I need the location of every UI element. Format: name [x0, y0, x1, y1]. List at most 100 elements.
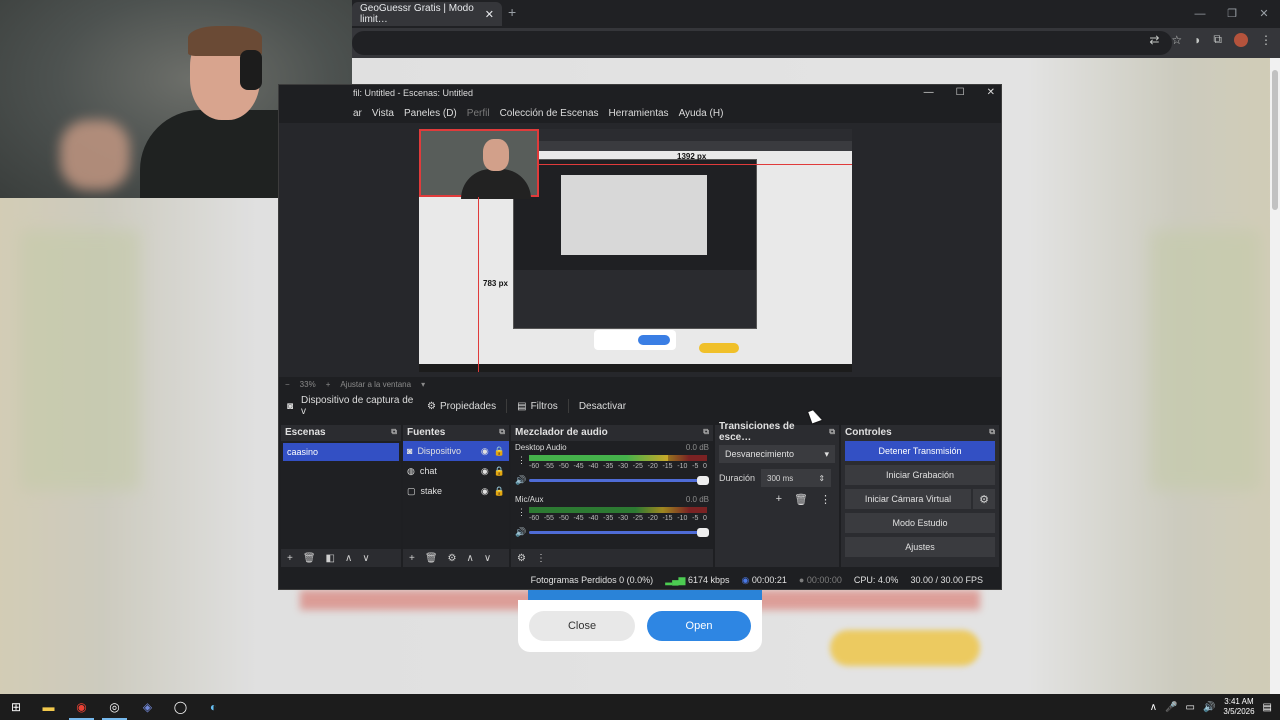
scrollbar-thumb[interactable]: [1272, 70, 1278, 210]
puzzle-icon[interactable]: ⧉: [1213, 32, 1222, 47]
volume-slider[interactable]: [529, 528, 709, 537]
zoom-fit-label[interactable]: Ajustar a la ventana: [340, 380, 411, 389]
add-icon[interactable]: +: [409, 553, 415, 564]
app-icon[interactable]: ◯: [164, 694, 197, 720]
deactivate-button[interactable]: Desactivar: [571, 398, 634, 415]
webcam-hand: [60, 120, 130, 190]
network-icon[interactable]: ▭: [1186, 702, 1195, 713]
studio-mode-button[interactable]: Modo Estudio: [845, 513, 995, 533]
menu-file[interactable]: ar: [353, 108, 362, 119]
volume-icon[interactable]: 🔊: [1203, 702, 1215, 713]
menu-view[interactable]: Vista: [372, 108, 394, 119]
slider-knob[interactable]: [697, 476, 709, 485]
lock-icon[interactable]: 🔒: [494, 486, 505, 497]
tray-chevron-icon[interactable]: ∧: [1150, 702, 1157, 713]
mixer-menu-icon[interactable]: ⋮: [536, 553, 546, 564]
address-bar[interactable]: [352, 31, 1172, 55]
extension-icon[interactable]: ◗: [1194, 33, 1201, 47]
obs-maximize-button[interactable]: ☐: [956, 87, 965, 98]
obs-close-button[interactable]: ✕: [987, 87, 995, 98]
move-down-icon[interactable]: ∨: [362, 553, 369, 564]
source-item[interactable]: ◍ chat ◉ 🔒: [403, 461, 509, 481]
track-menu-icon[interactable]: ⋮: [517, 507, 526, 518]
tab-close-icon[interactable]: ✕: [485, 8, 494, 21]
settings-button[interactable]: Ajustes: [845, 537, 995, 557]
trash-icon[interactable]: 🗑: [425, 553, 438, 564]
profile-avatar[interactable]: [1234, 32, 1248, 47]
visibility-eye-icon[interactable]: ◉: [481, 466, 489, 477]
windows-start-icon[interactable]: ⊞: [0, 694, 32, 720]
file-explorer-icon[interactable]: ▬: [32, 694, 65, 720]
trash-icon[interactable]: 🗑: [303, 553, 316, 564]
menu-dots-icon[interactable]: ⋮: [820, 493, 831, 506]
filter-icon[interactable]: ◧: [326, 553, 335, 564]
translate-icon[interactable]: ⇄: [1149, 33, 1159, 47]
close-window-button[interactable]: ✕: [1248, 0, 1280, 28]
properties-button[interactable]: ⚙ Propiedades: [419, 398, 504, 415]
virtual-cam-gear-icon[interactable]: ⚙: [973, 489, 995, 509]
new-tab-button[interactable]: +: [508, 4, 516, 20]
minimize-button[interactable]: —: [1184, 0, 1216, 28]
scene-item[interactable]: caasino: [283, 443, 399, 461]
preview-webcam-source[interactable]: [419, 129, 539, 199]
dock-undock-icon[interactable]: ⧉: [391, 427, 397, 437]
obs-minimize-button[interactable]: —: [924, 87, 934, 98]
menu-tools[interactable]: Herramientas: [609, 108, 669, 119]
lock-icon[interactable]: 🔒: [494, 466, 505, 477]
clock[interactable]: 3:41 AM 3/5/2026: [1223, 697, 1254, 717]
move-up-icon[interactable]: ∧: [467, 553, 474, 564]
dock-undock-icon[interactable]: ⧉: [703, 427, 709, 437]
speaker-icon[interactable]: 🔊: [515, 475, 526, 486]
add-icon[interactable]: +: [776, 493, 782, 506]
dock-undock-icon[interactable]: ⧉: [829, 427, 835, 437]
menu-dots-icon[interactable]: ⋮: [1260, 33, 1272, 47]
bookmark-star-icon[interactable]: ☆: [1171, 33, 1182, 47]
add-icon[interactable]: +: [287, 553, 293, 564]
steam-icon[interactable]: ◐: [197, 694, 230, 720]
stop-stream-button[interactable]: Detener Transmisión: [845, 441, 995, 461]
notifications-icon[interactable]: ▤: [1263, 702, 1272, 713]
zoom-dropdown-icon[interactable]: ▾: [421, 380, 425, 389]
lock-icon[interactable]: 🔒: [494, 446, 505, 457]
dialog-open-button[interactable]: Open: [647, 611, 751, 641]
page-scrollbar[interactable]: [1270, 58, 1280, 694]
visibility-eye-icon[interactable]: ◉: [481, 486, 489, 497]
advanced-audio-icon[interactable]: ⚙: [517, 553, 526, 564]
gear-icon[interactable]: ⚙: [448, 553, 457, 564]
start-virtual-cam-button[interactable]: Iniciar Cámara Virtual: [845, 489, 971, 509]
zoom-out-button[interactable]: −: [285, 380, 290, 389]
trash-icon[interactable]: 🗑: [794, 493, 808, 506]
maximize-button[interactable]: ❐: [1216, 0, 1248, 28]
zoom-in-button[interactable]: +: [326, 380, 331, 389]
visibility-eye-icon[interactable]: ◉: [481, 446, 489, 457]
obs-icon[interactable]: ◎: [98, 694, 131, 720]
duration-input[interactable]: 300 ms ⇕: [761, 469, 832, 487]
source-item[interactable]: ▢ stake ◉ 🔒: [403, 481, 509, 501]
microphone-icon[interactable]: 🎤: [1165, 702, 1177, 713]
move-down-icon[interactable]: ∨: [484, 553, 491, 564]
slider-knob[interactable]: [697, 528, 709, 537]
preview-canvas[interactable]: 1392 px 783 px: [419, 129, 852, 372]
track-menu-icon[interactable]: ⋮: [517, 455, 526, 466]
controls-dock: Controles ⧉ Detener Transmisión Iniciar …: [841, 425, 999, 567]
menu-docks[interactable]: Paneles (D): [404, 108, 457, 119]
menu-profile[interactable]: Perfil: [467, 108, 490, 119]
chrome-icon[interactable]: ◉: [65, 694, 98, 720]
dock-undock-icon[interactable]: ⧉: [989, 427, 995, 437]
stepper-icon[interactable]: ⇕: [818, 474, 825, 483]
start-recording-button[interactable]: Iniciar Grabación: [845, 465, 995, 485]
move-up-icon[interactable]: ∧: [345, 553, 352, 564]
menu-help[interactable]: Ayuda (H): [679, 108, 724, 119]
source-item[interactable]: ◙ Dispositivo ◉ 🔒: [403, 441, 509, 461]
volume-slider[interactable]: [529, 476, 709, 485]
speaker-icon[interactable]: 🔊: [515, 527, 526, 538]
scenes-title: Escenas: [285, 426, 326, 438]
browser-tab[interactable]: GeoGuessr Gratis | Modo limit… ✕: [352, 2, 502, 26]
dialog-close-button[interactable]: Close: [529, 611, 635, 641]
cpu-usage: CPU: 4.0%: [853, 575, 899, 585]
menu-scene-collection[interactable]: Colección de Escenas: [500, 108, 599, 119]
discord-icon[interactable]: ◈: [131, 694, 164, 720]
transition-select[interactable]: Desvanecimiento ▾: [719, 445, 835, 463]
filters-button[interactable]: ▤ Filtros: [509, 398, 566, 415]
dock-undock-icon[interactable]: ⧉: [499, 427, 505, 437]
